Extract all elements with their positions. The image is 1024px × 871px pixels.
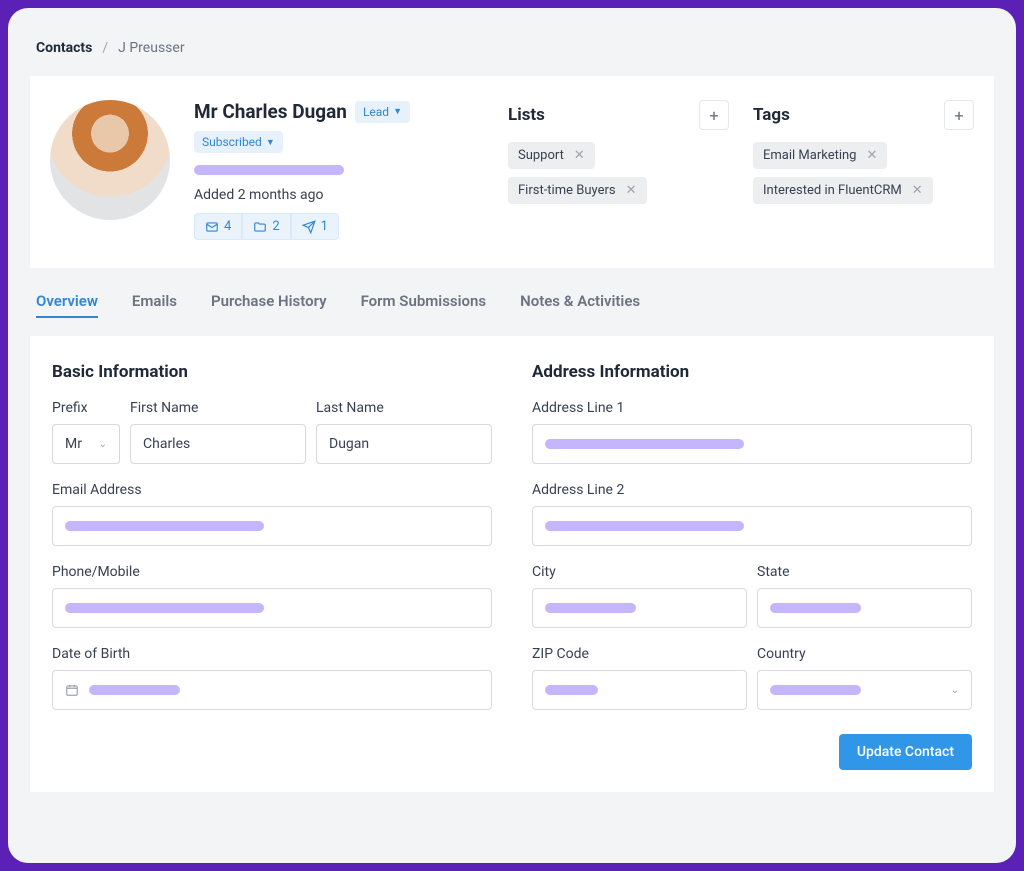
- remove-list-button[interactable]: ✕: [574, 148, 585, 163]
- send-icon: [302, 220, 316, 234]
- tag-item: Email Marketing ✕: [753, 142, 887, 169]
- state-label: State: [757, 564, 972, 580]
- redacted-value: [545, 521, 744, 531]
- added-timestamp: Added 2 months ago: [194, 187, 484, 203]
- first-name-label: First Name: [130, 400, 306, 416]
- folder-icon: [253, 220, 267, 234]
- contact-type-dropdown[interactable]: Lead ▼: [355, 101, 410, 123]
- address-info-title: Address Information: [532, 362, 972, 382]
- last-name-input[interactable]: Dugan: [316, 424, 492, 464]
- email-input[interactable]: [52, 506, 492, 546]
- form-card: Basic Information Prefix Mr ⌄ First Name…: [30, 336, 994, 792]
- tab-emails[interactable]: Emails: [132, 292, 177, 318]
- address1-input[interactable]: [532, 424, 972, 464]
- redacted-value: [770, 603, 861, 613]
- zip-label: ZIP Code: [532, 646, 747, 662]
- contact-info: Mr Charles Dugan Lead ▼ Subscribed ▼ Add…: [194, 100, 484, 240]
- caret-down-icon: ▼: [393, 106, 402, 117]
- tab-form-submissions[interactable]: Form Submissions: [361, 292, 487, 318]
- breadcrumb-root[interactable]: Contacts: [36, 40, 92, 56]
- tag-item: Interested in FluentCRM ✕: [753, 177, 933, 204]
- country-select[interactable]: ⌄: [757, 670, 972, 710]
- basic-info-title: Basic Information: [52, 362, 492, 382]
- tag-item-label: Email Marketing: [763, 148, 856, 163]
- country-label: Country: [757, 646, 972, 662]
- list-item: First-time Buyers ✕: [508, 177, 647, 204]
- tag-item-label: Interested in FluentCRM: [763, 183, 902, 198]
- tags-title: Tags: [753, 105, 790, 125]
- redacted-email-bar: [194, 165, 344, 175]
- email-count: 4: [224, 219, 231, 234]
- city-label: City: [532, 564, 747, 580]
- address2-input[interactable]: [532, 506, 972, 546]
- redacted-value: [65, 603, 264, 613]
- tags-section: Tags + Email Marketing ✕ Interested in F…: [753, 100, 974, 204]
- send-count: 1: [321, 219, 328, 234]
- tab-overview[interactable]: Overview: [36, 292, 98, 318]
- phone-label: Phone/Mobile: [52, 564, 492, 580]
- folder-count-stat[interactable]: 2: [242, 213, 290, 240]
- mail-icon: [205, 220, 219, 234]
- remove-tag-button[interactable]: ✕: [866, 148, 877, 163]
- avatar: [50, 100, 170, 220]
- folder-count: 2: [272, 219, 279, 234]
- state-input[interactable]: [757, 588, 972, 628]
- caret-down-icon: ▼: [266, 137, 275, 148]
- address1-label: Address Line 1: [532, 400, 972, 416]
- basic-info-section: Basic Information Prefix Mr ⌄ First Name…: [52, 362, 492, 728]
- tab-notes-activities[interactable]: Notes & Activities: [520, 292, 640, 318]
- redacted-value: [65, 521, 264, 531]
- city-input[interactable]: [532, 588, 747, 628]
- redacted-value: [545, 685, 598, 695]
- prefix-value: Mr: [65, 436, 82, 452]
- subscription-status-dropdown[interactable]: Subscribed ▼: [194, 131, 283, 153]
- tab-purchase-history[interactable]: Purchase History: [211, 292, 327, 318]
- email-count-stat[interactable]: 4: [194, 213, 242, 240]
- first-name-input[interactable]: Charles: [130, 424, 306, 464]
- chevron-down-icon: ⌄: [951, 685, 959, 696]
- add-list-button[interactable]: +: [699, 100, 729, 130]
- remove-list-button[interactable]: ✕: [626, 183, 637, 198]
- plus-icon: +: [709, 106, 718, 125]
- phone-input[interactable]: [52, 588, 492, 628]
- redacted-value: [545, 603, 636, 613]
- prefix-label: Prefix: [52, 400, 120, 416]
- breadcrumb-current: J Preusser: [118, 40, 184, 56]
- contact-type-label: Lead: [363, 105, 389, 119]
- lists-title: Lists: [508, 105, 545, 125]
- last-name-label: Last Name: [316, 400, 492, 416]
- first-name-value: Charles: [143, 436, 190, 452]
- breadcrumb-separator: /: [102, 40, 108, 56]
- breadcrumb: Contacts / J Preusser: [30, 30, 994, 66]
- redacted-value: [545, 439, 744, 449]
- email-label: Email Address: [52, 482, 492, 498]
- last-name-value: Dugan: [329, 436, 369, 452]
- redacted-value: [89, 685, 180, 695]
- plus-icon: +: [954, 106, 963, 125]
- app-frame: Contacts / J Preusser Mr Charles Dugan L…: [8, 8, 1016, 863]
- redacted-value: [770, 685, 861, 695]
- calendar-icon: [65, 683, 79, 697]
- tab-bar: Overview Emails Purchase History Form Su…: [30, 268, 994, 336]
- lists-section: Lists + Support ✕ First-time Buyers ✕: [508, 100, 729, 204]
- address-info-section: Address Information Address Line 1 Addre…: [532, 362, 972, 728]
- list-item-label: First-time Buyers: [518, 183, 616, 198]
- dob-label: Date of Birth: [52, 646, 492, 662]
- update-contact-button[interactable]: Update Contact: [839, 734, 972, 770]
- address2-label: Address Line 2: [532, 482, 972, 498]
- zip-input[interactable]: [532, 670, 747, 710]
- chevron-down-icon: ⌄: [99, 439, 107, 450]
- send-count-stat[interactable]: 1: [291, 213, 339, 240]
- dob-input[interactable]: [52, 670, 492, 710]
- activity-stats: 4 2 1: [194, 213, 484, 240]
- add-tag-button[interactable]: +: [944, 100, 974, 130]
- list-item: Support ✕: [508, 142, 595, 169]
- subscription-status-label: Subscribed: [202, 135, 262, 149]
- contact-name: Mr Charles Dugan: [194, 100, 347, 123]
- prefix-select[interactable]: Mr ⌄: [52, 424, 120, 464]
- contact-header-card: Mr Charles Dugan Lead ▼ Subscribed ▼ Add…: [30, 76, 994, 268]
- list-item-label: Support: [518, 148, 564, 163]
- remove-tag-button[interactable]: ✕: [912, 183, 923, 198]
